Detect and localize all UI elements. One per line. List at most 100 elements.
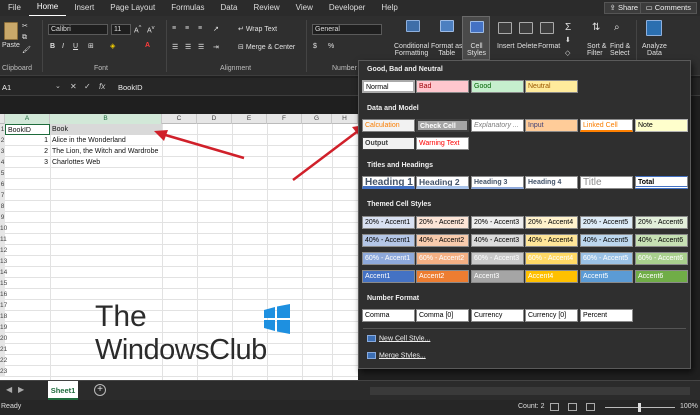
style-40-accent2[interactable]: 40% - Accent2 [416,234,469,247]
row-number[interactable]: 7 [0,190,5,201]
bold-button[interactable]: B [50,43,55,50]
style-60-accent4[interactable]: 60% - Accent4 [525,252,578,265]
paste-button[interactable]: Paste [2,42,20,49]
normal-view-icon[interactable] [550,403,559,411]
style-60-accent2[interactable]: 60% - Accent2 [416,252,469,265]
analyze-data-icon[interactable] [646,20,662,36]
format-cells-button[interactable]: Format [538,43,560,50]
left-align-icon[interactable]: ☰ [172,43,178,51]
share-button[interactable]: ⇪ Share [603,2,644,14]
page-layout-view-icon[interactable] [568,403,577,411]
row-number[interactable]: 13 [0,256,7,267]
merge-center-button[interactable]: ⊟ Merge & Center [238,43,295,51]
number-format-select[interactable]: General [312,24,382,35]
row-number[interactable]: 22 [0,355,7,366]
row-number[interactable]: 6 [0,179,5,190]
borders-icon[interactable]: ⊞ [88,42,94,50]
style-currency[interactable]: Currency [471,309,524,322]
decrease-font-icon[interactable]: Av [147,25,155,34]
insert-function-icon[interactable]: fx [99,82,105,91]
style-accent2[interactable]: Accent2 [416,270,469,283]
font-size-select[interactable]: 11 [111,24,131,35]
style-accent5[interactable]: Accent5 [580,270,633,283]
row-number[interactable]: 16 [0,289,7,300]
add-sheet-button[interactable]: + [94,384,106,396]
center-align-icon[interactable]: ☰ [185,43,191,51]
page-break-view-icon[interactable] [586,403,595,411]
style-heading-3[interactable]: Heading 3 [471,176,524,189]
column-header-c[interactable]: C [162,114,197,124]
sort-filter-icon[interactable]: ⇅ [592,22,600,33]
indent-icon[interactable]: ⇥ [213,43,219,51]
row-number[interactable]: 19 [0,322,7,333]
delete-cells-button[interactable]: Delete [517,43,537,50]
column-header-e[interactable]: E [232,114,267,124]
style-heading-2[interactable]: Heading 2 [416,176,469,189]
merge-styles-button[interactable]: Merge Styles... [367,352,426,359]
cell-a1[interactable]: BookID [5,124,50,135]
style-60-accent5[interactable]: 60% - Accent5 [580,252,633,265]
style-explanatory[interactable]: Explanatory ... [471,119,524,132]
style-linked-cell[interactable]: Linked Cell [580,119,633,132]
top-align-icon[interactable]: ≡ [172,25,176,32]
name-box-dropdown-icon[interactable]: ⌄ [55,82,61,90]
insert-cells-icon[interactable] [498,22,512,34]
cell-a3[interactable]: 2 [5,146,50,157]
row-number[interactable]: 15 [0,278,7,289]
style-total[interactable]: Total [635,176,688,189]
scroll-right-icon[interactable]: ▶ [18,385,24,394]
cut-icon[interactable]: ✂ [22,22,28,30]
style-warning-text[interactable]: Warning Text [416,137,469,150]
style-40-accent3[interactable]: 40% - Accent3 [471,234,524,247]
tab-formulas[interactable]: Formulas [163,0,212,16]
style-output[interactable]: Output [362,137,415,150]
font-name-select[interactable]: Calibri [48,24,108,35]
style-accent6[interactable]: Accent6 [635,270,688,283]
increase-font-icon[interactable]: A^ [134,25,141,34]
formula-input[interactable]: BookID [118,81,143,94]
style-40-accent6[interactable]: 40% - Accent6 [635,234,688,247]
sort-filter-button[interactable]: Sort & Filter [587,43,606,57]
style-check-cell[interactable]: Check Cell [416,119,469,132]
row-number[interactable]: 14 [0,267,7,278]
zoom-slider-thumb[interactable] [638,403,641,412]
style-60-accent3[interactable]: 60% - Accent3 [471,252,524,265]
cancel-icon[interactable]: ✕ [70,82,77,91]
style-20-accent1[interactable]: 20% - Accent1 [362,216,415,229]
comments-button[interactable]: ▭ Comments [639,2,697,14]
row-number[interactable]: 8 [0,201,5,212]
style-40-accent1[interactable]: 40% - Accent1 [362,234,415,247]
zoom-level[interactable]: 100% [680,403,698,410]
copy-icon[interactable]: ⧉ [22,34,27,42]
style-accent3[interactable]: Accent3 [471,270,524,283]
style-neutral[interactable]: Neutral [525,80,578,93]
cell-a2[interactable]: 1 [5,135,50,146]
middle-align-icon[interactable]: ≡ [185,25,189,32]
italic-button[interactable]: I [62,43,64,50]
style-percent[interactable]: Percent [580,309,633,322]
tab-developer[interactable]: Developer [321,0,373,16]
style-currency-0[interactable]: Currency [0] [525,309,578,322]
tab-file[interactable]: File [0,0,29,16]
cell-b1[interactable]: Book [50,124,162,135]
row-number[interactable]: 10 [0,223,7,234]
tab-page-layout[interactable]: Page Layout [102,0,163,16]
conditional-formatting-label[interactable]: Conditional Formatting [394,43,429,57]
name-box[interactable]: A1 [0,81,52,94]
enter-icon[interactable]: ✓ [84,82,91,91]
style-accent4[interactable]: Accent4 [525,270,578,283]
column-header-b[interactable]: B [50,114,162,124]
tab-insert[interactable]: Insert [66,0,102,16]
row-number[interactable]: 11 [0,234,7,245]
cell-a4[interactable]: 3 [5,157,50,168]
style-60-accent1[interactable]: 60% - Accent1 [362,252,415,265]
row-number[interactable]: 20 [0,333,7,344]
wrap-text-button[interactable]: ↵ Wrap Text [238,25,277,33]
style-title[interactable]: Title [580,176,633,189]
format-as-table-label[interactable]: Format as Table [431,43,463,57]
style-20-accent2[interactable]: 20% - Accent2 [416,216,469,229]
fill-icon[interactable]: ⬇ [565,36,571,44]
fill-color-icon[interactable]: ◈ [110,42,115,50]
find-select-button[interactable]: Find & Select [610,43,630,57]
tab-data[interactable]: Data [213,0,246,16]
